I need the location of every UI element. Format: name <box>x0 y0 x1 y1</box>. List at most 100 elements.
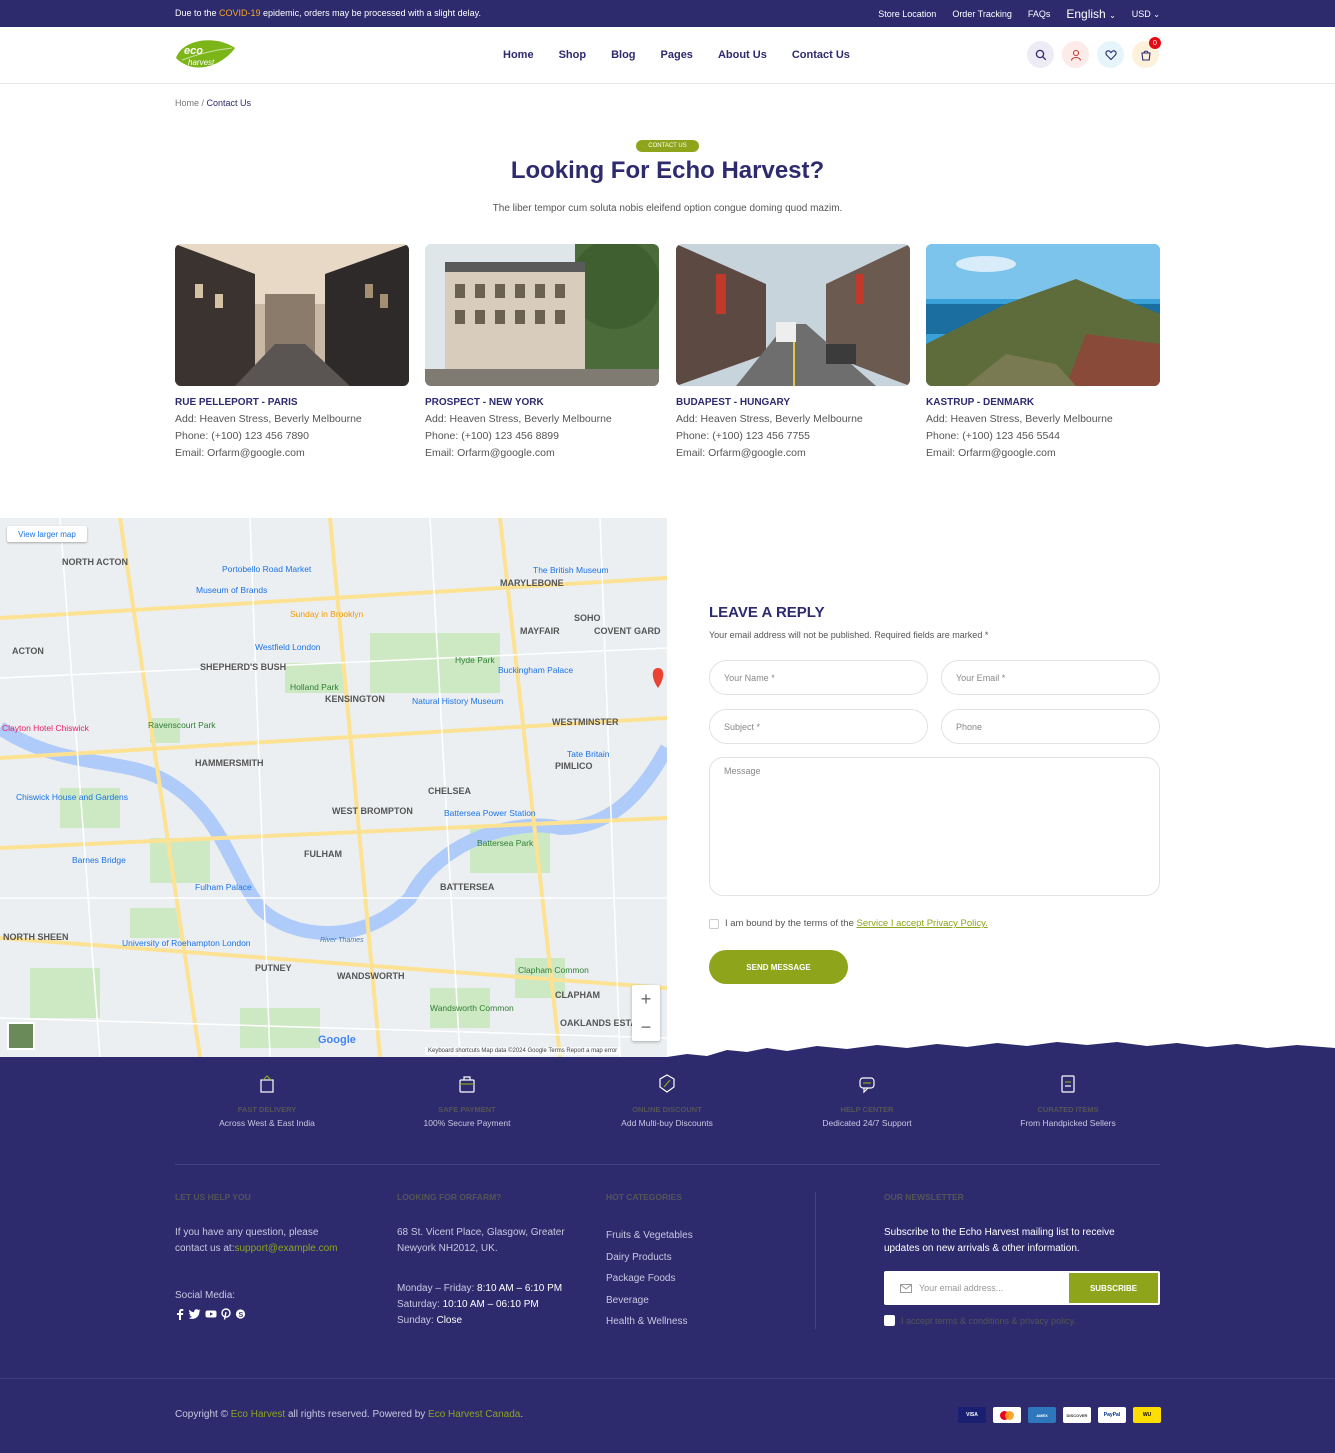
brand-link[interactable]: Eco Harvest <box>231 1409 285 1420</box>
location-phone: Phone: (+100) 123 456 7890 <box>175 430 309 442</box>
western-union-icon: WU <box>1133 1407 1161 1423</box>
breadcrumb-separator: / <box>199 98 207 108</box>
newsletter-terms-text: I accept terms & conditions & privacy po… <box>901 1315 1076 1326</box>
breadcrumb-home[interactable]: Home <box>175 98 199 108</box>
nav-contact-us[interactable]: Contact Us <box>792 49 850 61</box>
svg-text:Natural History Museum: Natural History Museum <box>412 696 503 706</box>
svg-text:SOHO: SOHO <box>574 613 601 623</box>
email-field[interactable]: Your Email * <box>941 660 1160 695</box>
payment-methods: VISA AMEX DISCOVER PayPal WU <box>958 1407 1161 1423</box>
newsletter-text-line: Subscribe to the Echo Harvest mailing li… <box>884 1227 1115 1238</box>
zoom-in-button[interactable]: + <box>632 985 660 1013</box>
name-placeholder: Your Name * <box>724 672 775 683</box>
svg-text:Fulham Palace: Fulham Palace <box>195 882 252 892</box>
help-text-line: If you have any question, please <box>175 1227 319 1238</box>
hours-value: 8:10 AM – 6:10 PM <box>477 1283 563 1294</box>
faqs-link[interactable]: FAQs <box>1028 9 1051 19</box>
facebook-icon[interactable] <box>175 1308 185 1320</box>
location-phone: Phone: (+100) 123 456 8899 <box>425 430 559 442</box>
view-larger-map-link[interactable]: View larger map <box>7 526 87 542</box>
svg-text:WEST BROMPTON: WEST BROMPTON <box>332 806 413 816</box>
hours-label: Saturday: <box>397 1299 443 1310</box>
order-tracking-link[interactable]: Order Tracking <box>952 9 1012 19</box>
category-link[interactable]: Fruits & Vegetables <box>606 1225 693 1247</box>
nav-home[interactable]: Home <box>503 49 534 61</box>
map-attribution[interactable]: Keyboard shortcuts Map data ©2024 Google… <box>425 1047 621 1055</box>
feature-title: SAFE PAYMENT <box>438 1105 496 1114</box>
svg-text:PIMLICO: PIMLICO <box>555 761 593 771</box>
svg-text:Google: Google <box>318 1034 356 1046</box>
location-title: RUE PELLEPORT - PARIS <box>175 397 298 408</box>
address-line: 68 St. Vicent Place, Glasgow, Greater <box>397 1227 565 1238</box>
payment-icon <box>459 1076 475 1093</box>
feature-title: FAST DELIVERY <box>237 1105 297 1114</box>
newsletter-terms-checkbox[interactable] <box>884 1315 895 1326</box>
twitter-icon[interactable] <box>189 1308 201 1320</box>
message-field[interactable]: Message <box>709 757 1160 896</box>
category-link[interactable]: Package Foods <box>606 1268 693 1290</box>
phone-field[interactable]: Phone <box>941 709 1160 744</box>
feature-safe-payment: SAFE PAYMENT 100% Secure Payment <box>387 1074 547 1128</box>
newsletter-text-line: updates on new arrivals & other informat… <box>884 1243 1080 1254</box>
svg-text:Buckingham Palace: Buckingham Palace <box>498 665 573 675</box>
visa-icon: VISA <box>958 1407 986 1423</box>
nav-blog[interactable]: Blog <box>611 49 635 61</box>
email-placeholder: Your Email * <box>956 672 1006 683</box>
phone-placeholder: Phone <box>956 721 983 732</box>
support-email-link[interactable]: support@example.com <box>234 1243 337 1254</box>
subject-field[interactable]: Subject * <box>709 709 928 744</box>
opening-hours: Monday – Friday: 8:10 AM – 6:10 PM Satur… <box>397 1281 562 1329</box>
location-title: BUDAPEST - HUNGARY <box>676 397 791 408</box>
category-link[interactable]: Beverage <box>606 1290 693 1312</box>
name-field[interactable]: Your Name * <box>709 660 928 695</box>
language-label: English <box>1066 6 1106 21</box>
zoom-out-button[interactable]: − <box>632 1013 660 1041</box>
curated-icon <box>1061 1075 1075 1093</box>
feature-desc: 100% Secure Payment <box>423 1118 511 1128</box>
powered-by-link[interactable]: Eco Harvest Canada <box>428 1409 520 1420</box>
cart-count-badge: 0 <box>1149 37 1161 49</box>
search-button[interactable] <box>1027 41 1054 68</box>
svg-text:Museum of Brands: Museum of Brands <box>196 585 267 595</box>
pinterest-icon[interactable] <box>221 1308 231 1320</box>
envelope-icon <box>900 1283 912 1293</box>
svg-text:MAYFAIR: MAYFAIR <box>520 626 560 636</box>
subscribe-button[interactable]: SUBSCRIBE <box>1069 1273 1158 1303</box>
privacy-policy-link[interactable]: Service I accept Privacy Policy. <box>857 918 988 929</box>
help-text: If you have any question, please contact… <box>175 1225 337 1257</box>
location-phone: Phone: (+100) 123 456 7755 <box>676 430 810 442</box>
cart-button[interactable]: 0 <box>1132 37 1161 68</box>
svg-text:NORTH SHEEN: NORTH SHEEN <box>3 932 69 942</box>
send-message-button[interactable]: SEND MESSAGE <box>709 950 848 984</box>
youtube-icon[interactable] <box>205 1308 217 1320</box>
nav-about-us[interactable]: About Us <box>718 49 767 61</box>
hours-value: Close <box>436 1315 463 1326</box>
nav-shop[interactable]: Shop <box>559 49 587 61</box>
svg-text:The British Museum: The British Museum <box>533 565 609 575</box>
currency-select[interactable]: USD ⌄ <box>1132 9 1160 19</box>
svg-text:S: S <box>239 1312 244 1319</box>
nav-pages[interactable]: Pages <box>661 49 693 61</box>
svg-text:HAMMERSMITH: HAMMERSMITH <box>195 758 264 768</box>
store-location-link[interactable]: Store Location <box>878 9 936 19</box>
torn-edge-decoration <box>667 1042 1335 1060</box>
newsletter-text: Subscribe to the Echo Harvest mailing li… <box>884 1225 1115 1257</box>
feature-desc: Dedicated 24/7 Support <box>822 1118 912 1128</box>
footer-divider <box>175 1164 1160 1165</box>
account-button[interactable] <box>1062 41 1089 68</box>
terms-checkbox[interactable] <box>709 918 719 929</box>
svg-text:Ravenscourt Park: Ravenscourt Park <box>148 720 216 730</box>
section-pill: CONTACT US <box>636 140 699 152</box>
svg-text:Battersea Park: Battersea Park <box>477 838 534 848</box>
site-logo[interactable]: eco harvest <box>174 36 236 74</box>
footer-column-divider <box>815 1192 816 1329</box>
category-link[interactable]: Dairy Products <box>606 1247 693 1269</box>
language-select[interactable]: English ⌄ <box>1066 7 1115 21</box>
category-link[interactable]: Health & Wellness <box>606 1311 693 1333</box>
wishlist-button[interactable] <box>1097 41 1124 68</box>
google-map[interactable]: NORTH ACTON MARYLEBONE SOHO MAYFAIR COVE… <box>0 518 667 1057</box>
skype-icon[interactable]: S <box>235 1308 246 1320</box>
map-zoom-control: + − <box>632 985 660 1041</box>
page-title: Looking For Echo Harvest? <box>510 157 825 184</box>
categories-column-title: HOT CATEGORIES <box>606 1192 682 1202</box>
